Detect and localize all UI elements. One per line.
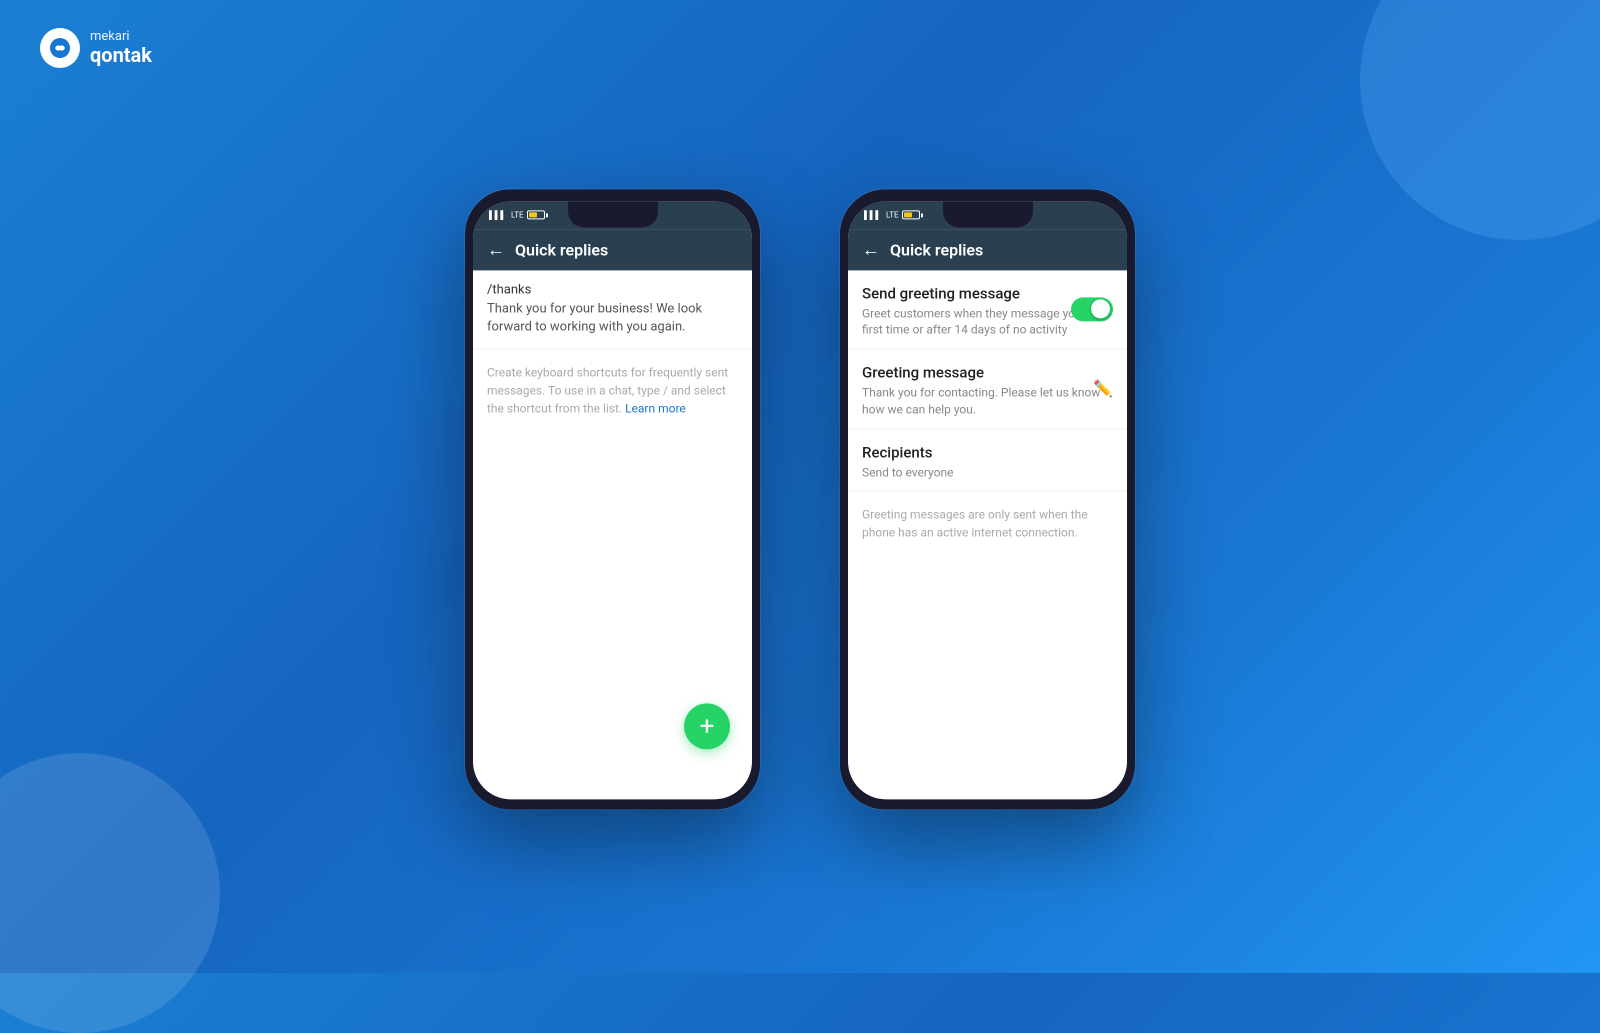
phone-2-back-button[interactable]: ← — [862, 239, 880, 260]
signal-icon-2: ▌▌▌ — [864, 210, 881, 219]
phone-1-screen: ▌▌▌ LTE ← Quick replies /thanks Thank yo… — [473, 201, 752, 799]
logo-icon — [40, 28, 80, 68]
lte-label-2: LTE — [886, 210, 899, 219]
phone-1-notch — [568, 201, 658, 227]
phone-1-back-button[interactable]: ← — [487, 239, 505, 260]
shortcut-label: /thanks — [487, 282, 738, 297]
battery-icon-2 — [902, 210, 920, 219]
footer-note: Greeting messages are only sent when the… — [848, 492, 1127, 556]
recipients-section[interactable]: Recipients Send to everyone — [848, 429, 1127, 492]
battery-fill-2 — [904, 212, 912, 217]
send-greeting-toggle[interactable] — [1071, 297, 1113, 321]
bg-decoration-top-right — [1360, 0, 1600, 240]
phones-container: ▌▌▌ LTE ← Quick replies /thanks Thank yo… — [465, 189, 1135, 809]
reply-text: Thank you for your business! We look for… — [487, 300, 738, 336]
greeting-message-label: Greeting message — [862, 363, 1113, 381]
phone-2-notch — [943, 201, 1033, 227]
phone-1: ▌▌▌ LTE ← Quick replies /thanks Thank yo… — [465, 189, 760, 809]
help-text-section: Create keyboard shortcuts for frequently… — [473, 349, 752, 431]
battery-icon — [527, 210, 545, 219]
logo-text: mekari qontak — [90, 30, 152, 66]
brand-qontak: qontak — [90, 44, 152, 66]
send-greeting-section: Send greeting message Greet customers wh… — [848, 270, 1127, 350]
recipients-sublabel: Send to everyone — [862, 464, 1113, 481]
phone-1-title: Quick replies — [515, 240, 738, 259]
bg-decoration-bottom-left — [0, 753, 220, 1033]
brand-mekari: mekari — [90, 30, 152, 44]
signal-icon: ▌▌▌ — [489, 210, 506, 219]
phone-1-status-bar: ▌▌▌ LTE — [473, 201, 752, 229]
recipients-label: Recipients — [862, 443, 1113, 461]
phone-1-header: ← Quick replies — [473, 229, 752, 270]
phone-2-title: Quick replies — [890, 240, 1113, 259]
learn-more-link[interactable]: Learn more — [625, 401, 686, 415]
logo: mekari qontak — [40, 28, 152, 68]
phone-2-header: ← Quick replies — [848, 229, 1127, 270]
toggle-knob — [1091, 300, 1110, 319]
greeting-message-text: Thank you for contacting. Please let us … — [862, 384, 1113, 418]
lte-label: LTE — [511, 210, 524, 219]
phone-2-screen: ▌▌▌ LTE ← Quick replies Send greeting me… — [848, 201, 1127, 799]
quick-reply-item[interactable]: /thanks Thank you for your business! We … — [473, 270, 752, 349]
help-text-content: Create keyboard shortcuts for frequently… — [487, 365, 728, 415]
phone-1-status-icons: ▌▌▌ LTE — [489, 210, 545, 219]
edit-greeting-icon[interactable]: ✏️ — [1093, 379, 1113, 398]
phone-2-status-icons: ▌▌▌ LTE — [864, 210, 920, 219]
phone-2: ▌▌▌ LTE ← Quick replies Send greeting me… — [840, 189, 1135, 809]
add-quick-reply-fab[interactable]: + — [684, 703, 730, 749]
phone-2-status-bar: ▌▌▌ LTE — [848, 201, 1127, 229]
greeting-message-section: Greeting message Thank you for contactin… — [848, 349, 1127, 429]
battery-fill — [529, 212, 537, 217]
